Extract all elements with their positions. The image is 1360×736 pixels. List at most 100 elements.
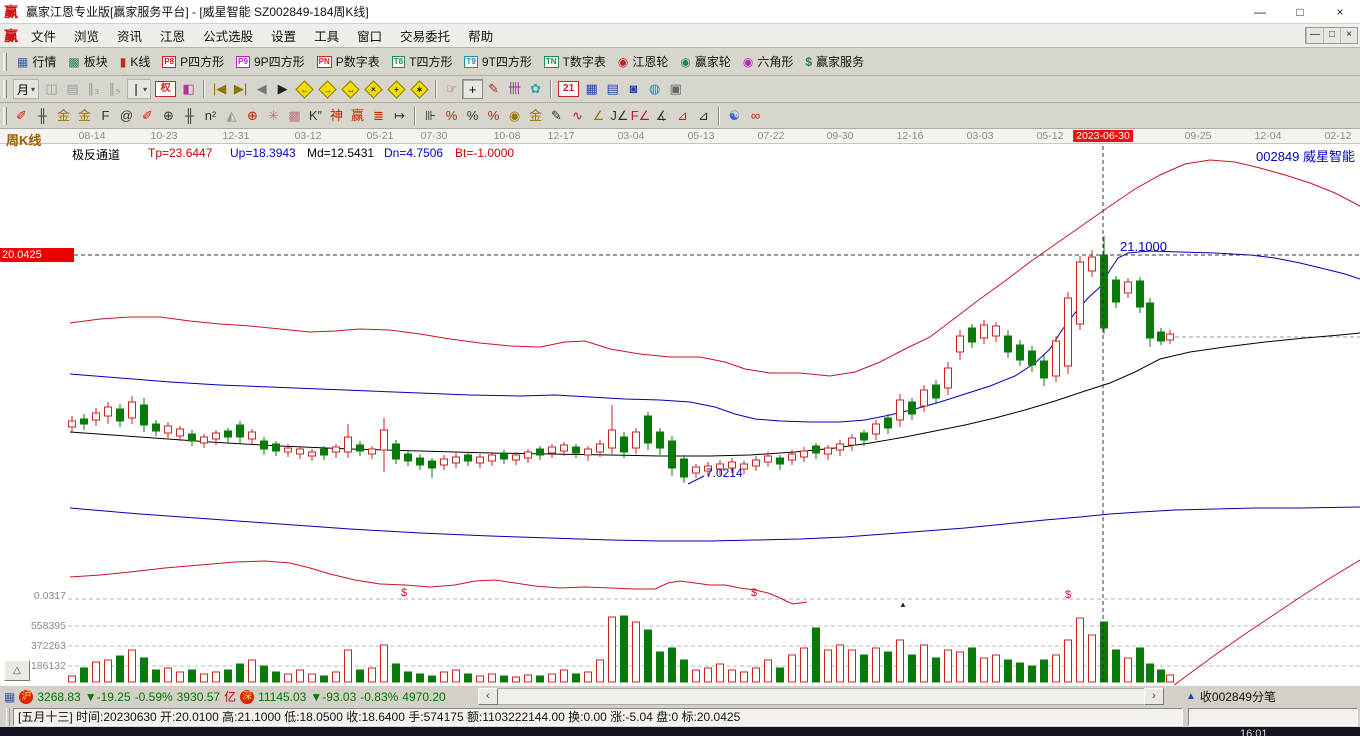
close-button[interactable]: ×: [1320, 1, 1360, 23]
colored-volume-icon[interactable]: ◧: [178, 79, 199, 99]
taichi-icon[interactable]: ☯: [724, 106, 745, 126]
menu-item-设置[interactable]: 设置: [262, 26, 305, 45]
candle-style-dropdown[interactable]: ❘ ▾: [127, 79, 152, 99]
gold-grid-1[interactable]: 金: [53, 106, 74, 126]
date-axis-header[interactable]: 08-14 10-23 12-31 03-12 05-21 07-30 10-08 12-17…: [0, 129, 1360, 144]
maximize-button[interactable]: □: [1280, 1, 1320, 23]
horizontal-scrollbar[interactable]: [498, 688, 1144, 705]
menu-item-资讯[interactable]: 资讯: [108, 26, 151, 45]
pane-expand-button[interactable]: △: [4, 660, 30, 681]
stack-9-icon[interactable]: ∥₉: [104, 79, 125, 99]
pen-sort-tool[interactable]: ✎: [546, 106, 567, 126]
win-tool[interactable]: 赢: [347, 106, 368, 126]
ruler-tool[interactable]: ≣: [368, 106, 389, 126]
quotes-grid-icon[interactable]: ▦: [4, 690, 15, 704]
compress-button[interactable]: ×: [364, 79, 383, 99]
sectors-button[interactable]: ▩ 板块: [62, 53, 113, 70]
hexagon-button[interactable]: ◉ 六角形: [737, 53, 800, 70]
winner-service-button[interactable]: $ 赢家服务: [799, 53, 870, 70]
menu-item-工具[interactable]: 工具: [305, 26, 348, 45]
menu-item-文件[interactable]: 文件: [22, 26, 65, 45]
ex-rights-button[interactable]: 权: [155, 81, 177, 97]
draw-tool[interactable]: ✎: [483, 79, 504, 99]
bars-percent-tool[interactable]: ⊪: [420, 106, 441, 126]
kline-chart-canvas[interactable]: $ $ $ ▲ 0.0317 558395 372263 186132: [0, 129, 1360, 685]
tick-feed[interactable]: ▲ 收002849分笔: [1164, 688, 1360, 705]
menu-item-江恩[interactable]: 江恩: [151, 26, 194, 45]
arrow-tool[interactable]: ↦: [389, 106, 410, 126]
mdi-minimize-button[interactable]: —: [1306, 28, 1323, 43]
gann-tool-teal[interactable]: ✿: [525, 79, 546, 99]
shift-right-button[interactable]: →: [318, 79, 337, 99]
zoom-out-button[interactable]: ∗: [410, 79, 429, 99]
kline-button[interactable]: ▮ K线: [114, 53, 157, 70]
grid-tool[interactable]: ╫: [32, 106, 53, 126]
web-tool-2[interactable]: ▩: [284, 106, 305, 126]
next-bar-button[interactable]: ▶: [272, 79, 293, 99]
k-mark-tool[interactable]: K″: [305, 106, 326, 126]
scroll-left-button[interactable]: ‹: [478, 688, 498, 705]
calendar-icon[interactable]: 21: [558, 81, 580, 97]
shen-tool[interactable]: 神: [326, 106, 347, 126]
p-square-button[interactable]: P8 P四方形: [156, 53, 230, 70]
last-bar-button[interactable]: ▶|: [230, 79, 251, 99]
angle-fan-gray[interactable]: ◭: [221, 106, 242, 126]
infinity-icon[interactable]: ∞: [745, 106, 766, 126]
circle-cross-red[interactable]: ⊕: [242, 106, 263, 126]
hand-tool[interactable]: ☞: [441, 79, 462, 99]
mdi-close-button[interactable]: ×: [1340, 28, 1357, 43]
menu-item-浏览[interactable]: 浏览: [65, 26, 108, 45]
chart-globe-icon[interactable]: ◍: [644, 79, 665, 99]
minimize-button[interactable]: —: [1240, 1, 1280, 23]
mdi-restore-button[interactable]: □: [1323, 28, 1340, 43]
gold-line-tool[interactable]: 金: [525, 106, 546, 126]
web-tool-1[interactable]: ✳: [263, 106, 284, 126]
period-month-dropdown[interactable]: 月 ▾: [13, 79, 40, 99]
first-bar-button[interactable]: |◀: [209, 79, 230, 99]
quotes-button[interactable]: ▦ 行情: [11, 53, 62, 70]
save-icon[interactable]: ◙: [623, 79, 644, 99]
n-square-tool[interactable]: n²: [200, 106, 221, 126]
angle-measure[interactable]: ∡: [651, 106, 672, 126]
gann-tool-purple[interactable]: 卌: [504, 79, 525, 99]
p-table-button[interactable]: PN P数字表: [311, 53, 386, 70]
t-table-button[interactable]: TN T数字表: [538, 53, 612, 70]
stack-3-icon[interactable]: ∥₃: [83, 79, 104, 99]
notes-icon[interactable]: ▤: [602, 79, 623, 99]
angle-j[interactable]: J∠: [609, 106, 630, 126]
menu-item-交易委托[interactable]: 交易委托: [391, 26, 459, 45]
triangle-black[interactable]: ⊿: [693, 106, 714, 126]
winner-wheel-button[interactable]: ◉ 赢家轮: [674, 53, 737, 70]
wave-tool[interactable]: ∿: [567, 106, 588, 126]
spiral-tool[interactable]: @: [116, 106, 137, 126]
shanghai-index-icon[interactable]: 沪: [19, 689, 34, 704]
percent-red-1[interactable]: %: [441, 106, 462, 126]
menu-item-公式选股[interactable]: 公式选股: [194, 26, 262, 45]
calculator-icon[interactable]: ▦: [581, 79, 602, 99]
comb-tool[interactable]: ╫: [179, 106, 200, 126]
9t-square-button[interactable]: T9 9T四方形: [458, 53, 537, 70]
overlay-window-icon[interactable]: ◫: [41, 79, 62, 99]
t-square-button[interactable]: T8 T四方形: [386, 53, 459, 70]
angle-f[interactable]: F∠: [630, 106, 651, 126]
crosshair-tool[interactable]: +: [462, 79, 484, 99]
gann-wheel-button[interactable]: ◉ 江恩轮: [612, 53, 675, 70]
prev-bar-button[interactable]: ◀: [251, 79, 272, 99]
angle-gold[interactable]: ∠: [588, 106, 609, 126]
overlay-list-icon[interactable]: ▤: [62, 79, 83, 99]
shift-left-button[interactable]: ←: [295, 79, 314, 99]
printer-icon[interactable]: ▣: [665, 79, 686, 99]
9p-square-button[interactable]: P9 9P四方形: [230, 53, 310, 70]
pen-grid-tool[interactable]: ✐: [137, 106, 158, 126]
pen-tool[interactable]: ✐: [11, 106, 32, 126]
expand-button[interactable]: ↔: [341, 79, 360, 99]
percent-black[interactable]: %: [462, 106, 483, 126]
fibonacci-grid[interactable]: F: [95, 106, 116, 126]
zoom-in-button[interactable]: +: [387, 79, 406, 99]
percent-red-2[interactable]: %: [483, 106, 504, 126]
shenzhen-index-icon[interactable]: 深: [240, 689, 255, 704]
menu-item-窗口[interactable]: 窗口: [348, 26, 391, 45]
triangle-red[interactable]: ⊿: [672, 106, 693, 126]
gold-grid-2[interactable]: 金: [74, 106, 95, 126]
circle-grid-tool[interactable]: ⊕: [158, 106, 179, 126]
